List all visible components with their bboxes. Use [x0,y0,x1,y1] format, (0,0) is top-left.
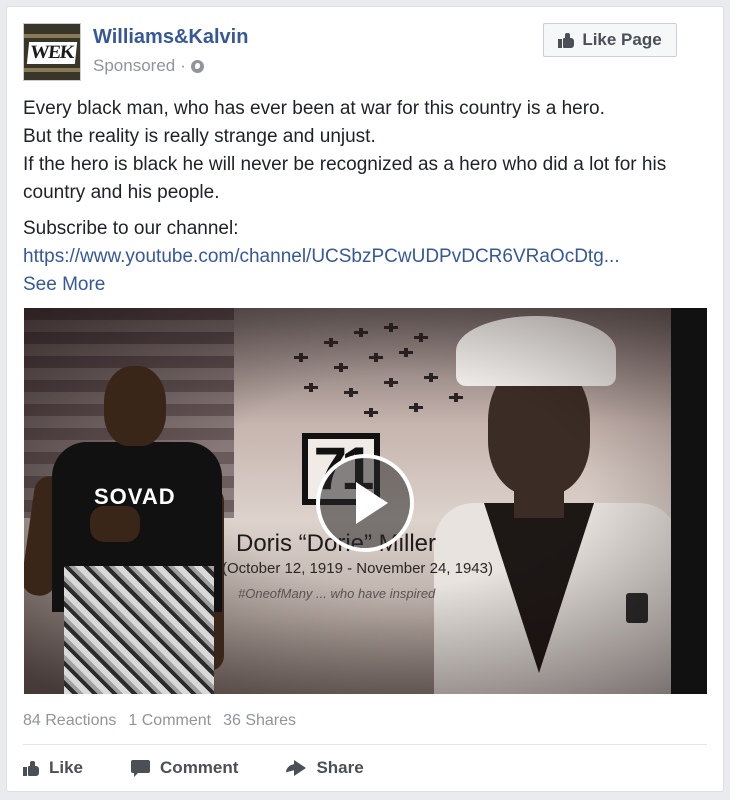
post-body: Every black man, who has ever been at wa… [23,95,713,299]
see-more-link[interactable]: See More [23,271,713,299]
share-icon [286,760,307,776]
thumbs-up-icon [558,32,575,48]
reactions-count[interactable]: 84 Reactions [23,712,116,730]
post-line: Every black man, who has ever been at wa… [23,98,605,119]
post-header: WEK Williams&Kalvin Sponsored · Like Pag… [23,23,707,83]
channel-link[interactable]: https://www.youtube.com/channel/UCSbzPCw… [23,243,713,271]
avatar-stripe [24,68,80,72]
avatar-logo: WEK [26,42,78,64]
share-label: Share [316,758,364,777]
actions-divider [23,744,707,745]
globe-icon [190,59,204,73]
like-page-label: Like Page [582,30,662,49]
sponsored-label[interactable]: Sponsored · [93,56,204,76]
post-stats: 84 Reactions 1 Comment 36 Shares [23,712,296,730]
video-dates: (October 12, 1919 - November 24, 1943) [222,560,493,577]
avatar-stripe [24,34,80,38]
comments-count[interactable]: 1 Comment [128,712,211,730]
post-line: But the reality is really strange and un… [23,126,376,147]
like-label: Like [49,758,84,777]
video-edge [671,308,707,694]
post-line: If the hero is black he will never be re… [23,154,667,203]
presenter-image: SOVAD [24,356,239,694]
action-bar: Like Comment Share [23,753,707,783]
shares-count[interactable]: 36 Shares [223,712,296,730]
like-page-button[interactable]: Like Page [543,23,677,57]
page-avatar[interactable]: WEK [23,23,81,81]
separator-dot: · [180,56,186,75]
like-button[interactable]: Like [23,758,83,778]
video-player[interactable]: SOVAD 71 Doris “Dorie” Miller (October 1… [24,308,707,694]
play-icon[interactable] [316,454,414,552]
share-button[interactable]: Share [286,758,364,778]
sponsored-text: Sponsored [93,56,176,75]
page-name-link[interactable]: Williams&Kalvin [93,26,248,49]
thumbs-up-icon [23,760,39,776]
comment-icon [131,760,151,777]
comment-button[interactable]: Comment [131,758,238,778]
comment-label: Comment [160,758,239,777]
post-card: WEK Williams&Kalvin Sponsored · Like Pag… [6,6,724,792]
subscribe-text: Subscribe to our channel: [23,218,239,239]
video-hashtag: #OneofMany ... who have inspired [238,586,436,601]
